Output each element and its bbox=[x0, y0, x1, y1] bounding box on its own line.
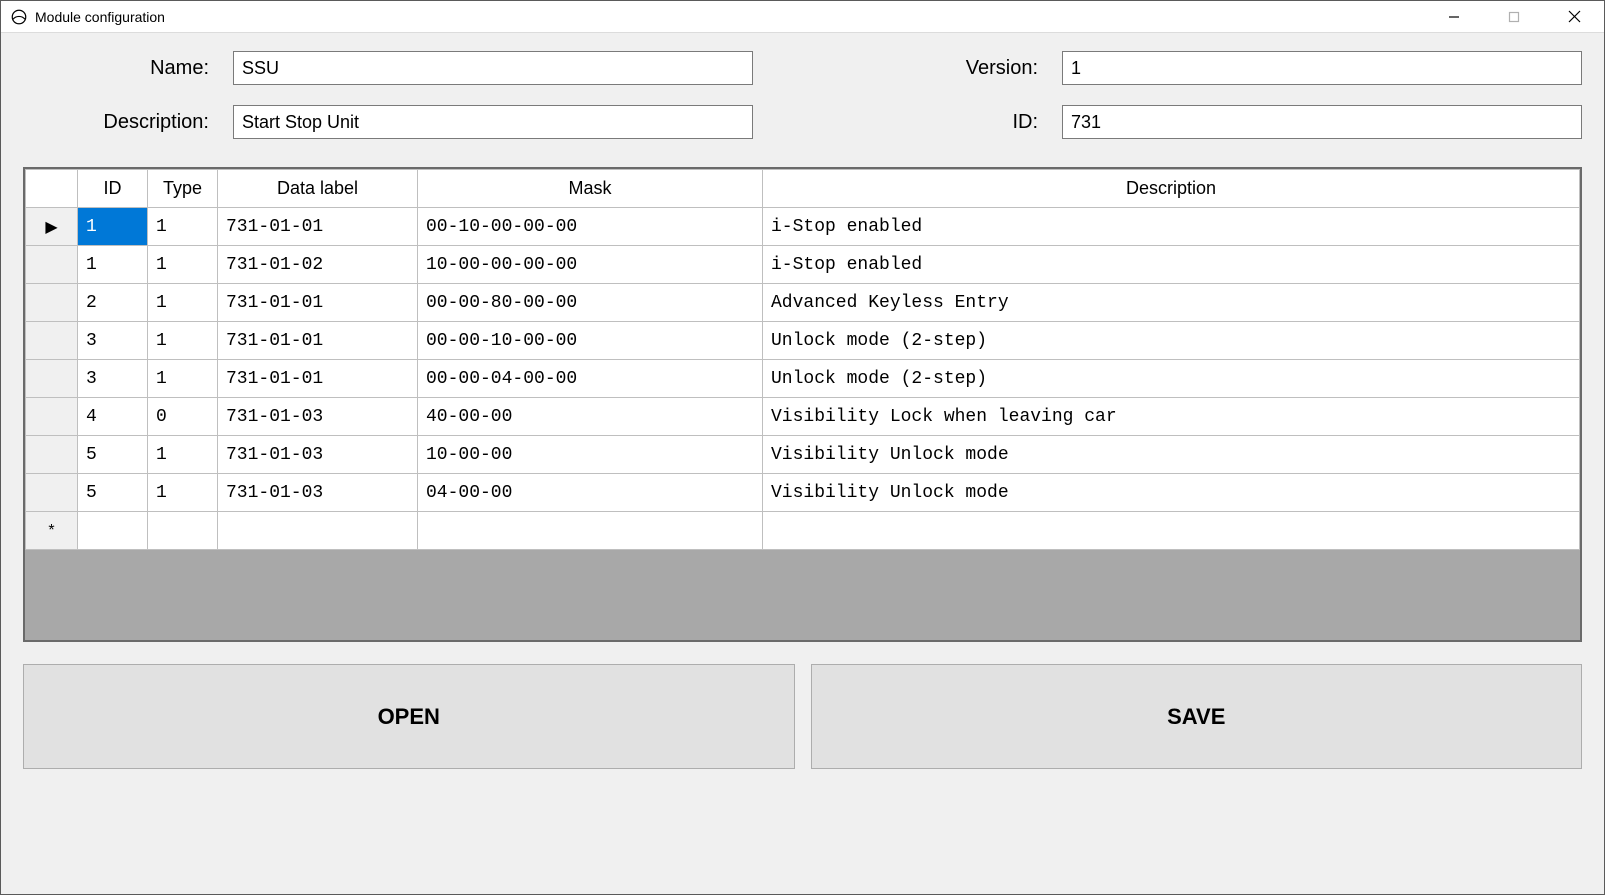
grid-header-marker bbox=[26, 170, 78, 208]
cell-description[interactable]: Unlock mode (2-step) bbox=[763, 322, 1580, 360]
cell-type[interactable]: 0 bbox=[148, 398, 218, 436]
cell-datalabel[interactable]: 731-01-03 bbox=[218, 474, 418, 512]
grid-header-row: ID Type Data label Mask Description bbox=[26, 170, 1580, 208]
grid-header-mask[interactable]: Mask bbox=[418, 170, 763, 208]
row-marker bbox=[26, 436, 78, 474]
grid-header-type[interactable]: Type bbox=[148, 170, 218, 208]
content-area: Name: Version: Description: ID: ID bbox=[1, 33, 1604, 894]
cell-id[interactable]: 2 bbox=[78, 284, 148, 322]
cell-type[interactable]: 1 bbox=[148, 436, 218, 474]
cell-mask[interactable]: 00-10-00-00-00 bbox=[418, 208, 763, 246]
empty-cell[interactable] bbox=[148, 512, 218, 550]
cell-type[interactable]: 1 bbox=[148, 284, 218, 322]
cell-description[interactable]: Visibility Lock when leaving car bbox=[763, 398, 1580, 436]
button-row: OPEN SAVE bbox=[23, 664, 1582, 769]
row-marker bbox=[26, 284, 78, 322]
table-new-row[interactable]: * bbox=[26, 512, 1580, 550]
cell-id[interactable]: 3 bbox=[78, 360, 148, 398]
cell-datalabel[interactable]: 731-01-01 bbox=[218, 322, 418, 360]
window-title: Module configuration bbox=[35, 9, 165, 25]
row-marker bbox=[26, 398, 78, 436]
id-input[interactable] bbox=[1062, 105, 1582, 139]
row-marker bbox=[26, 322, 78, 360]
table-row[interactable]: 11731-01-0210-00-00-00-00i-Stop enabled bbox=[26, 246, 1580, 284]
cell-mask[interactable]: 00-00-04-00-00 bbox=[418, 360, 763, 398]
cell-mask[interactable]: 04-00-00 bbox=[418, 474, 763, 512]
cell-type[interactable]: 1 bbox=[148, 246, 218, 284]
empty-cell[interactable] bbox=[418, 512, 763, 550]
cell-id[interactable]: 5 bbox=[78, 474, 148, 512]
cell-datalabel[interactable]: 731-01-01 bbox=[218, 208, 418, 246]
version-input[interactable] bbox=[1062, 51, 1582, 85]
cell-type[interactable]: 1 bbox=[148, 208, 218, 246]
cell-id[interactable]: 5 bbox=[78, 436, 148, 474]
cell-type[interactable]: 1 bbox=[148, 322, 218, 360]
cell-id[interactable]: 4 bbox=[78, 398, 148, 436]
cell-type[interactable]: 1 bbox=[148, 474, 218, 512]
cell-description[interactable]: i-Stop enabled bbox=[763, 246, 1580, 284]
row-marker bbox=[26, 246, 78, 284]
name-input[interactable] bbox=[233, 51, 753, 85]
name-label: Name: bbox=[23, 57, 213, 80]
table-row[interactable]: 51731-01-0304-00-00Visibility Unlock mod… bbox=[26, 474, 1580, 512]
table-row[interactable]: ▶11731-01-0100-10-00-00-00i-Stop enabled bbox=[26, 208, 1580, 246]
cell-mask[interactable]: 00-00-80-00-00 bbox=[418, 284, 763, 322]
cell-mask[interactable]: 10-00-00 bbox=[418, 436, 763, 474]
cell-datalabel[interactable]: 731-01-01 bbox=[218, 360, 418, 398]
row-marker bbox=[26, 360, 78, 398]
empty-cell[interactable] bbox=[78, 512, 148, 550]
cell-description[interactable]: i-Stop enabled bbox=[763, 208, 1580, 246]
cell-description[interactable]: Advanced Keyless Entry bbox=[763, 284, 1580, 322]
minimize-button[interactable] bbox=[1424, 1, 1484, 32]
cell-id[interactable]: 1 bbox=[78, 246, 148, 284]
window-frame: Module configuration Name: Version: Desc… bbox=[0, 0, 1605, 895]
maximize-button bbox=[1484, 1, 1544, 32]
grid-header-datalabel[interactable]: Data label bbox=[218, 170, 418, 208]
cell-mask[interactable]: 00-00-10-00-00 bbox=[418, 322, 763, 360]
description-input[interactable] bbox=[233, 105, 753, 139]
id-label: ID: bbox=[922, 111, 1042, 134]
empty-cell[interactable] bbox=[763, 512, 1580, 550]
cell-description[interactable]: Visibility Unlock mode bbox=[763, 474, 1580, 512]
cell-id[interactable]: 3 bbox=[78, 322, 148, 360]
cell-id[interactable]: 1 bbox=[78, 208, 148, 246]
empty-cell[interactable] bbox=[218, 512, 418, 550]
description-label: Description: bbox=[23, 111, 213, 134]
window-controls bbox=[1424, 1, 1604, 32]
data-grid[interactable]: ID Type Data label Mask Description ▶117… bbox=[23, 167, 1582, 642]
cell-datalabel[interactable]: 731-01-01 bbox=[218, 284, 418, 322]
table-row[interactable]: 21731-01-0100-00-80-00-00Advanced Keyles… bbox=[26, 284, 1580, 322]
cell-datalabel[interactable]: 731-01-03 bbox=[218, 398, 418, 436]
row-marker: ▶ bbox=[26, 208, 78, 246]
row-marker bbox=[26, 474, 78, 512]
cell-mask[interactable]: 10-00-00-00-00 bbox=[418, 246, 763, 284]
app-icon bbox=[9, 7, 29, 27]
cell-description[interactable]: Unlock mode (2-step) bbox=[763, 360, 1580, 398]
open-button[interactable]: OPEN bbox=[23, 664, 795, 769]
grid-header-id[interactable]: ID bbox=[78, 170, 148, 208]
cell-datalabel[interactable]: 731-01-02 bbox=[218, 246, 418, 284]
titlebar: Module configuration bbox=[1, 1, 1604, 33]
table-row[interactable]: 31731-01-0100-00-04-00-00Unlock mode (2-… bbox=[26, 360, 1580, 398]
version-label: Version: bbox=[922, 57, 1042, 80]
form-area: Name: Version: Description: ID: bbox=[23, 51, 1582, 139]
table-row[interactable]: 51731-01-0310-00-00Visibility Unlock mod… bbox=[26, 436, 1580, 474]
new-row-marker: * bbox=[26, 512, 78, 550]
cell-datalabel[interactable]: 731-01-03 bbox=[218, 436, 418, 474]
cell-mask[interactable]: 40-00-00 bbox=[418, 398, 763, 436]
cell-type[interactable]: 1 bbox=[148, 360, 218, 398]
table-row[interactable]: 40731-01-0340-00-00Visibility Lock when … bbox=[26, 398, 1580, 436]
cell-description[interactable]: Visibility Unlock mode bbox=[763, 436, 1580, 474]
save-button[interactable]: SAVE bbox=[811, 664, 1583, 769]
grid-header-description[interactable]: Description bbox=[763, 170, 1580, 208]
table-row[interactable]: 31731-01-0100-00-10-00-00Unlock mode (2-… bbox=[26, 322, 1580, 360]
close-button[interactable] bbox=[1544, 1, 1604, 32]
